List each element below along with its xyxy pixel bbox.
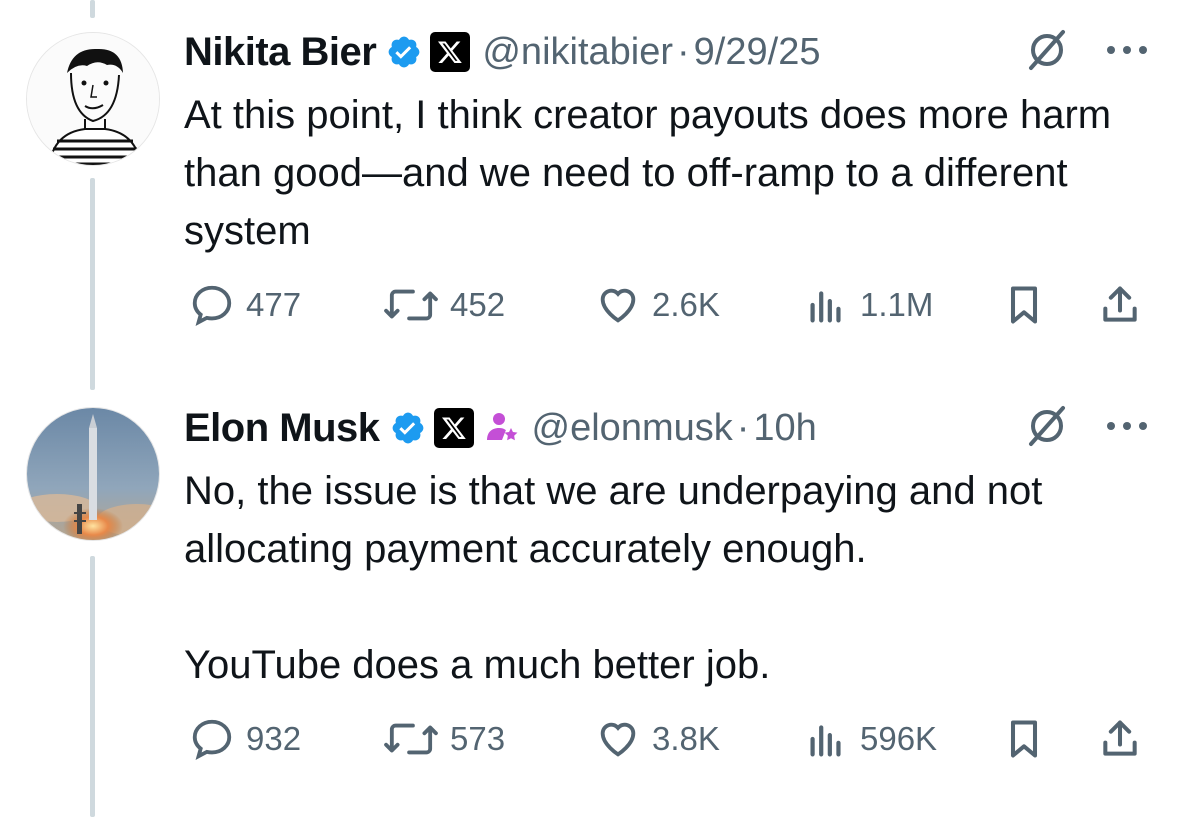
grok-icon[interactable] bbox=[1023, 402, 1071, 455]
tweet-elon[interactable]: Elon Musk @elonmusk · 10h No, the issue … bbox=[184, 405, 1159, 694]
reply-count: 932 bbox=[246, 720, 302, 757]
separator: · bbox=[677, 30, 690, 73]
views-count: 1.1M bbox=[860, 286, 934, 323]
timestamp[interactable]: 9/29/25 bbox=[694, 31, 821, 74]
avatar-nikita[interactable] bbox=[26, 32, 160, 166]
tweet-text: No, the issue is that we are underpaying… bbox=[184, 469, 1043, 687]
verified-badge-icon[interactable] bbox=[386, 34, 422, 70]
bookmark-icon[interactable] bbox=[1002, 716, 1056, 762]
like-button[interactable]: 2.6K bbox=[594, 282, 720, 328]
views-count: 596K bbox=[860, 720, 938, 757]
action-bar: 932 573 3.8K 596K bbox=[184, 714, 1159, 764]
retweet-count: 573 bbox=[450, 720, 506, 757]
affiliate-icon[interactable] bbox=[484, 410, 520, 446]
handle[interactable]: @nikitabier bbox=[482, 31, 673, 74]
action-bar: 477 452 2.6K 1.1M bbox=[184, 280, 1159, 330]
tweet-header: Nikita Bier @nikitabier · 9/29/25 bbox=[184, 29, 1159, 75]
reply-button[interactable]: 477 bbox=[188, 282, 301, 328]
verified-badge-icon[interactable] bbox=[390, 410, 426, 446]
display-name[interactable]: Elon Musk bbox=[184, 406, 380, 451]
like-button[interactable]: 3.8K bbox=[594, 716, 720, 762]
more-icon[interactable] bbox=[1105, 419, 1149, 438]
handle[interactable]: @elonmusk bbox=[532, 407, 733, 450]
like-count: 3.8K bbox=[652, 720, 720, 757]
reply-button[interactable]: 932 bbox=[188, 716, 301, 762]
share-icon[interactable] bbox=[1098, 716, 1152, 762]
views-button[interactable]: 1.1M bbox=[802, 282, 933, 328]
separator: · bbox=[736, 406, 750, 449]
x-logo-icon bbox=[433, 408, 474, 448]
share-icon[interactable] bbox=[1098, 282, 1152, 328]
thread-line-bottom bbox=[90, 556, 95, 817]
display-name[interactable]: Nikita Bier bbox=[184, 30, 377, 75]
thread-line-top bbox=[90, 0, 95, 18]
reply-count: 477 bbox=[246, 286, 302, 323]
tweet-nikita[interactable]: Nikita Bier @nikitabier · 9/29/25 At thi… bbox=[184, 29, 1159, 260]
x-logo-icon bbox=[430, 32, 471, 72]
like-count: 2.6K bbox=[652, 286, 720, 323]
retweet-count: 452 bbox=[450, 286, 506, 323]
more-icon[interactable] bbox=[1105, 43, 1149, 62]
grok-icon[interactable] bbox=[1023, 26, 1071, 79]
bookmark-icon[interactable] bbox=[1002, 282, 1056, 328]
avatar-elon[interactable] bbox=[26, 407, 160, 541]
retweet-button[interactable]: 452 bbox=[382, 282, 505, 328]
retweet-button[interactable]: 573 bbox=[382, 716, 505, 762]
tweet-text: At this point, I think creator payouts d… bbox=[184, 93, 1123, 253]
timestamp[interactable]: 10h bbox=[753, 407, 816, 450]
tweet-header: Elon Musk @elonmusk · 10h bbox=[184, 405, 1159, 451]
thread-line-middle bbox=[90, 178, 95, 390]
views-button[interactable]: 596K bbox=[802, 716, 937, 762]
